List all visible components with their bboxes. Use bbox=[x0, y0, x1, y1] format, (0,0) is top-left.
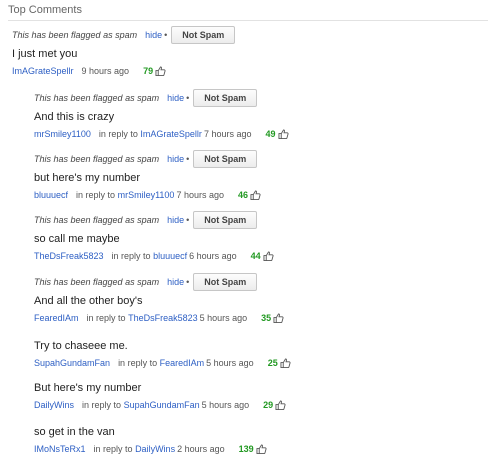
in-reply-to-label: in reply to bbox=[98, 129, 138, 139]
not-spam-button[interactable]: Not Spam bbox=[193, 150, 258, 168]
hide-link[interactable]: hide bbox=[167, 277, 184, 287]
comment-meta: SupahGundamFan in reply to FearedIAm 5 h… bbox=[34, 357, 291, 369]
spam-flag-row: This has been flagged as spam hide • Not… bbox=[34, 150, 261, 168]
comment-text: Try to chaseee me. bbox=[34, 340, 128, 352]
separator-dot: • bbox=[186, 93, 190, 103]
comment-age: 5 hours ago bbox=[199, 313, 248, 323]
comment-meta: FearedIAm in reply to TheDsFreak5823 5 h… bbox=[34, 312, 284, 324]
thumbs-up-icon[interactable] bbox=[155, 66, 166, 76]
in-reply-to-label: in reply to bbox=[76, 190, 116, 200]
section-divider bbox=[8, 20, 488, 21]
comment-author[interactable]: bluuuecf bbox=[34, 189, 68, 201]
comment-meta: IMoNsTeRx1 in reply to DailyWins 2 hours… bbox=[34, 443, 267, 455]
spam-flag-text: This has been flagged as spam bbox=[34, 277, 160, 287]
comment-6: But here's my number DailyWins in reply … bbox=[34, 378, 286, 411]
reply-to-author[interactable]: mrSmiley1100 bbox=[118, 189, 175, 201]
in-reply-to-label: in reply to bbox=[93, 444, 133, 454]
comment-age: 9 hours ago bbox=[81, 66, 130, 76]
not-spam-button[interactable]: Not Spam bbox=[193, 211, 258, 229]
reply-to-author[interactable]: TheDsFreak5823 bbox=[128, 312, 198, 324]
comment-4: This has been flagged as spam hide • Not… bbox=[34, 273, 284, 324]
comment-age: 5 hours ago bbox=[206, 358, 254, 368]
comment-5: Try to chaseee me. SupahGundamFan in rep… bbox=[34, 336, 291, 369]
comment-meta: ImAGrateSpellr 9 hours ago 79 bbox=[12, 65, 235, 77]
thumbs-up-icon[interactable] bbox=[256, 444, 267, 454]
in-reply-to-label: in reply to bbox=[82, 400, 122, 410]
reply-to-author[interactable]: ImAGrateSpellr bbox=[140, 128, 202, 140]
comment-text: And this is crazy bbox=[34, 111, 115, 123]
comment-text: so call me maybe bbox=[34, 233, 120, 245]
comment-age: 6 hours ago bbox=[189, 251, 237, 261]
reply-to-author[interactable]: FearedIAm bbox=[160, 357, 205, 369]
comment-text: so get in the van bbox=[34, 426, 115, 438]
not-spam-button[interactable]: Not Spam bbox=[193, 273, 258, 291]
in-reply-to-label: in reply to bbox=[118, 358, 158, 368]
section-title: Top Comments bbox=[8, 4, 82, 16]
comment-author[interactable]: ImAGrateSpellr bbox=[12, 65, 74, 77]
in-reply-to-label: in reply to bbox=[111, 251, 151, 261]
comment-age: 7 hours ago bbox=[203, 129, 252, 139]
like-count: 29 bbox=[263, 400, 274, 410]
thumbs-up-icon[interactable] bbox=[280, 358, 291, 368]
comment-3: This has been flagged as spam hide • Not… bbox=[34, 211, 274, 262]
thumbs-up-icon[interactable] bbox=[273, 313, 284, 323]
comment-1: This has been flagged as spam hide • Not… bbox=[34, 89, 289, 140]
comment-author[interactable]: IMoNsTeRx1 bbox=[34, 443, 86, 455]
comment-meta: DailyWins in reply to SupahGundamFan 5 h… bbox=[34, 399, 286, 411]
comment-7: so get in the van IMoNsTeRx1 in reply to… bbox=[34, 422, 267, 455]
spam-flag-text: This has been flagged as spam bbox=[34, 93, 160, 103]
in-reply-to-label: in reply to bbox=[86, 313, 126, 323]
spam-flag-row: This has been flagged as spam hide • Not… bbox=[34, 273, 284, 291]
separator-dot: • bbox=[164, 30, 168, 40]
like-count: 79 bbox=[143, 66, 154, 76]
spam-flag-row: This has been flagged as spam hide • Not… bbox=[12, 26, 236, 44]
like-count: 25 bbox=[267, 358, 278, 368]
hide-link[interactable]: hide bbox=[167, 93, 184, 103]
comment-2: This has been flagged as spam hide • Not… bbox=[34, 150, 261, 201]
thumbs-up-icon[interactable] bbox=[263, 251, 274, 261]
comment-author[interactable]: TheDsFreak5823 bbox=[34, 250, 104, 262]
hide-link[interactable]: hide bbox=[167, 215, 184, 225]
comment-text: but here's my number bbox=[34, 172, 141, 184]
thumbs-up-icon[interactable] bbox=[250, 190, 261, 200]
separator-dot: • bbox=[186, 277, 190, 287]
spam-flag-row: This has been flagged as spam hide • Not… bbox=[34, 89, 289, 107]
reply-to-author[interactable]: DailyWins bbox=[135, 443, 175, 455]
comment-0: This has been flagged as spam hide • Not… bbox=[12, 26, 236, 77]
separator-dot: • bbox=[186, 215, 190, 225]
like-count: 46 bbox=[237, 190, 248, 200]
comment-age: 7 hours ago bbox=[176, 190, 224, 200]
thumbs-up-icon[interactable] bbox=[275, 400, 286, 410]
hide-link[interactable]: hide bbox=[167, 154, 184, 164]
like-count: 139 bbox=[238, 444, 254, 454]
like-count: 49 bbox=[265, 129, 276, 139]
like-count: 44 bbox=[250, 251, 261, 261]
spam-flag-row: This has been flagged as spam hide • Not… bbox=[34, 211, 274, 229]
comment-meta: bluuuecf in reply to mrSmiley1100 7 hour… bbox=[34, 189, 261, 201]
comment-author[interactable]: DailyWins bbox=[34, 399, 74, 411]
spam-flag-text: This has been flagged as spam bbox=[34, 215, 160, 225]
hide-link[interactable]: hide bbox=[145, 30, 162, 40]
comment-meta: TheDsFreak5823 in reply to bluuuecf 6 ho… bbox=[34, 250, 274, 262]
comment-text: But here's my number bbox=[34, 382, 142, 394]
comment-age: 2 hours ago bbox=[177, 444, 225, 454]
comment-age: 5 hours ago bbox=[201, 400, 250, 410]
comment-author[interactable]: SupahGundamFan bbox=[34, 357, 110, 369]
separator-dot: • bbox=[186, 154, 190, 164]
like-count: 35 bbox=[261, 313, 272, 323]
not-spam-button[interactable]: Not Spam bbox=[193, 89, 258, 107]
comment-text: And all the other boy's bbox=[34, 295, 143, 307]
comment-text: I just met you bbox=[12, 48, 78, 60]
comment-author[interactable]: FearedIAm bbox=[34, 312, 79, 324]
spam-flag-text: This has been flagged as spam bbox=[12, 30, 138, 40]
comment-author[interactable]: mrSmiley1100 bbox=[34, 128, 91, 140]
reply-to-author[interactable]: bluuuecf bbox=[153, 250, 187, 262]
comment-meta: mrSmiley1100 in reply to ImAGrateSpellr … bbox=[34, 128, 289, 140]
not-spam-button[interactable]: Not Spam bbox=[171, 26, 236, 44]
spam-flag-text: This has been flagged as spam bbox=[34, 154, 160, 164]
reply-to-author[interactable]: SupahGundamFan bbox=[124, 399, 200, 411]
thumbs-up-icon[interactable] bbox=[278, 129, 289, 139]
